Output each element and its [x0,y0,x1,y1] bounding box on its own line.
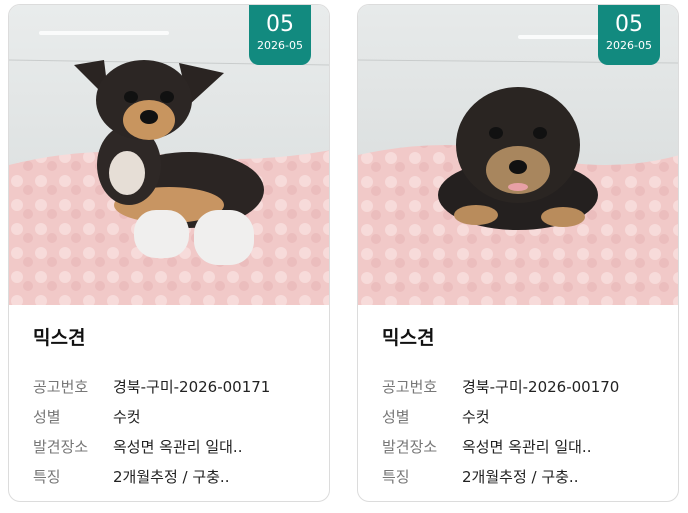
field-value: 옥성면 옥관리 일대.. [462,437,592,456]
field-label: 특징 [382,467,410,486]
date-badge: 05 2026-05 [249,5,311,65]
info-row-sex: 성별 수컷 [382,401,668,431]
date-badge: 05 2026-05 [598,5,660,65]
field-value: 수컷 [113,407,141,426]
field-label: 성별 [33,407,61,426]
info-row-notice-number: 공고번호 경북-구미-2026-00171 [33,371,319,401]
card-info: 믹스견 공고번호 경북-구미-2026-00171 성별 수컷 발견장소 옥성면… [33,323,319,491]
field-label: 발견장소 [382,437,438,456]
field-label: 발견장소 [33,437,89,456]
field-value: 2개월추정 / 구충.. [113,467,230,486]
info-row-found-location: 발견장소 옥성면 옥관리 일대.. [33,431,319,461]
field-label: 성별 [382,407,410,426]
field-label: 공고번호 [33,377,89,396]
animal-card[interactable]: 05 2026-05 믹스견 공고번호 경북-구미-2026-00170 성별 … [357,4,679,502]
breed-title: 믹스견 [382,327,435,349]
field-value: 수컷 [462,407,490,426]
field-label: 공고번호 [382,377,438,396]
breed-title: 믹스견 [33,327,86,349]
field-value: 2개월추정 / 구충.. [462,467,579,486]
badge-year-month: 2026-05 [606,39,652,52]
info-row-features: 특징 2개월추정 / 구충.. [382,461,668,491]
info-row-notice-number: 공고번호 경북-구미-2026-00170 [382,371,668,401]
info-row-sex: 성별 수컷 [33,401,319,431]
field-value: 경북-구미-2026-00171 [113,377,271,396]
animal-card[interactable]: 05 2026-05 믹스견 공고번호 경북-구미-2026-00171 성별 … [8,4,330,502]
info-row-features: 특징 2개월추정 / 구충.. [33,461,319,491]
field-value: 옥성면 옥관리 일대.. [113,437,243,456]
badge-year-month: 2026-05 [257,39,303,52]
field-value: 경북-구미-2026-00170 [462,377,620,396]
badge-day: 05 [615,12,643,37]
info-row-found-location: 발견장소 옥성면 옥관리 일대.. [382,431,668,461]
card-info: 믹스견 공고번호 경북-구미-2026-00170 성별 수컷 발견장소 옥성면… [382,323,668,491]
field-label: 특징 [33,467,61,486]
badge-day: 05 [266,12,294,37]
